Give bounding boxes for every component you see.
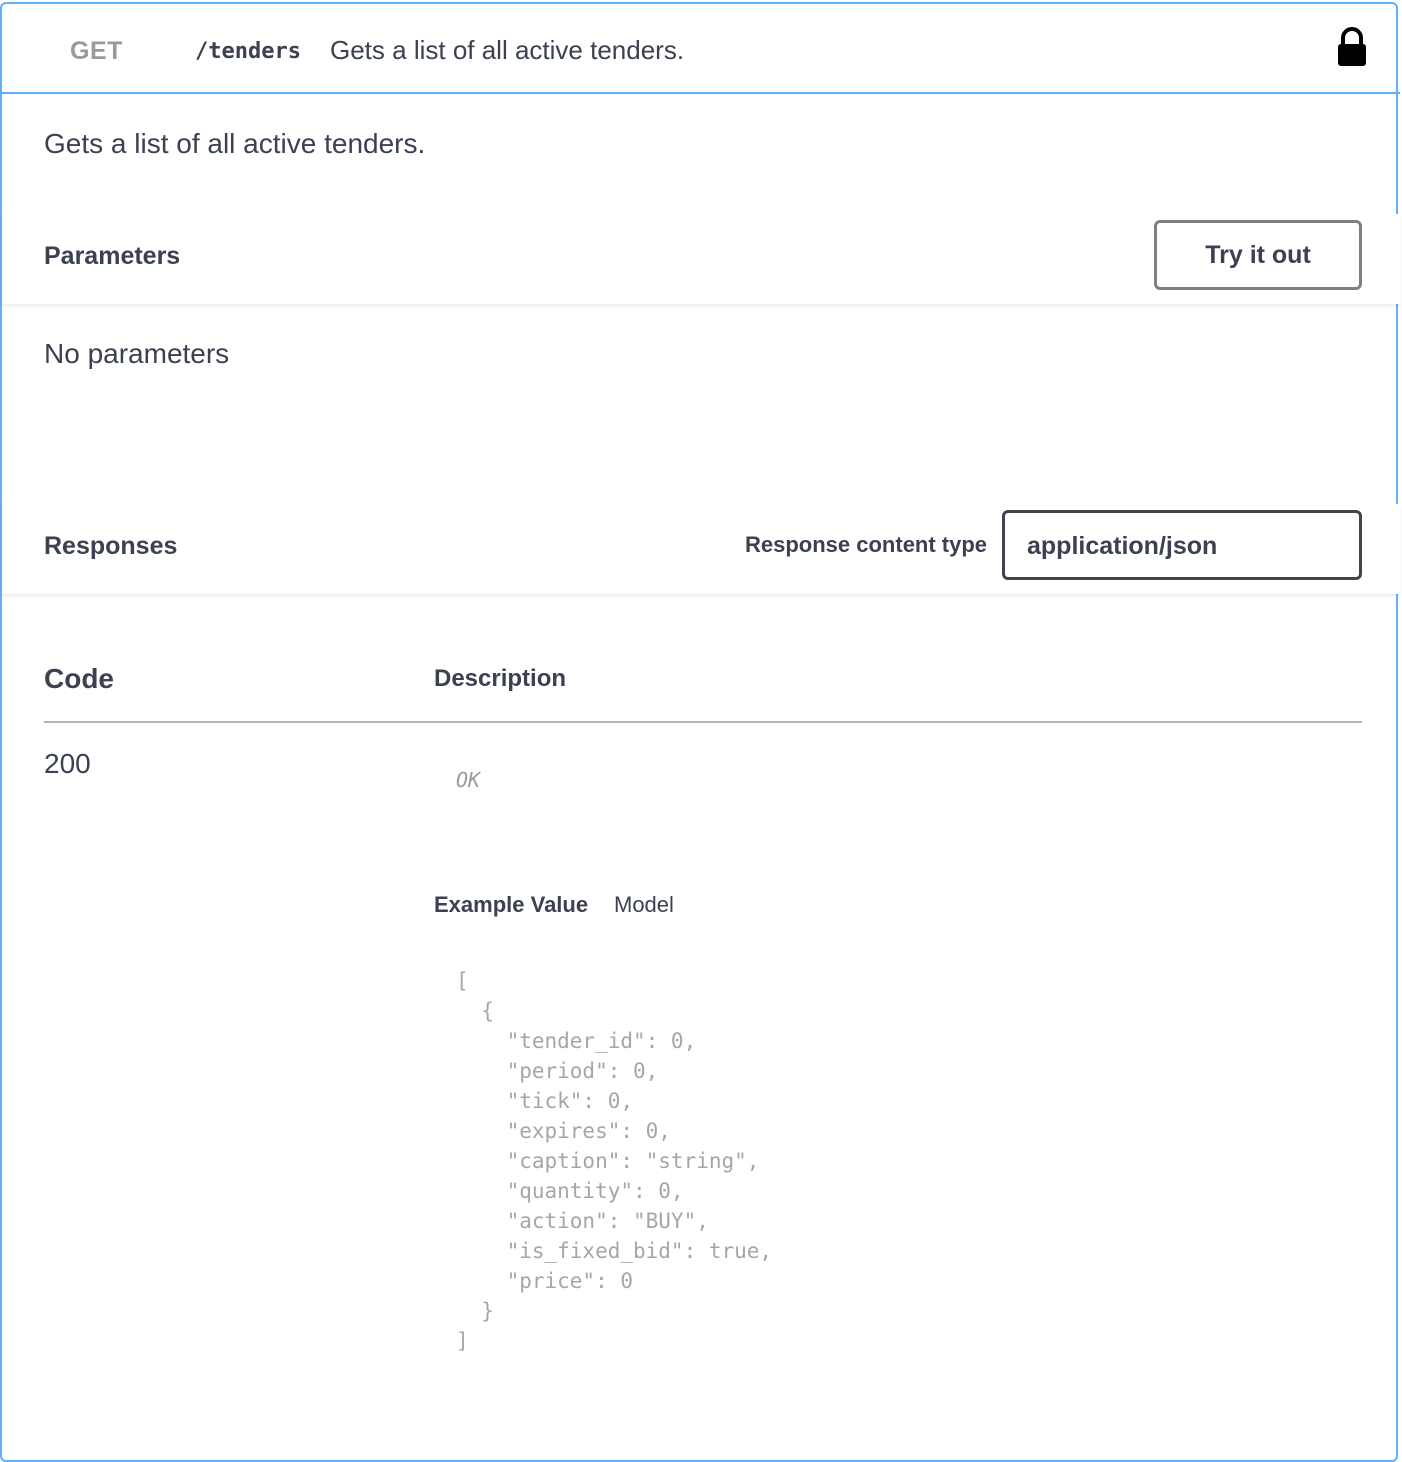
parameters-title: Parameters (44, 242, 181, 270)
lock-icon[interactable] (1336, 26, 1368, 68)
operation-summary[interactable]: GET /tenders Gets a list of all active t… (2, 4, 1400, 94)
response-content-type-label: Response content type (745, 532, 988, 557)
response-content-type-value: application/json (1027, 532, 1218, 560)
tab-example-value[interactable]: Example Value (434, 892, 588, 918)
table-header-divider (44, 721, 1362, 723)
response-code: 200 (44, 748, 91, 779)
tab-model[interactable]: Model (614, 892, 674, 918)
response-description: OK (456, 768, 481, 792)
endpoint-path: /tenders (195, 39, 301, 64)
column-header-code: Code (44, 663, 114, 694)
operation-description: Gets a list of all active tenders. (44, 128, 426, 159)
operation-block: GET /tenders Gets a list of all active t… (0, 2, 1400, 1462)
responses-title: Responses (44, 532, 178, 560)
try-it-out-button[interactable]: Try it out (1154, 220, 1362, 290)
no-parameters-text: No parameters (44, 338, 230, 369)
operation-summary-text: Gets a list of all active tenders. (330, 35, 685, 65)
response-content-type-select[interactable]: application/json (1002, 510, 1362, 580)
example-value-code: [ { "tender_id": 0, "period": 0, "tick":… (456, 969, 773, 1353)
column-header-description: Description (434, 665, 567, 692)
http-method-badge: GET (70, 37, 123, 65)
